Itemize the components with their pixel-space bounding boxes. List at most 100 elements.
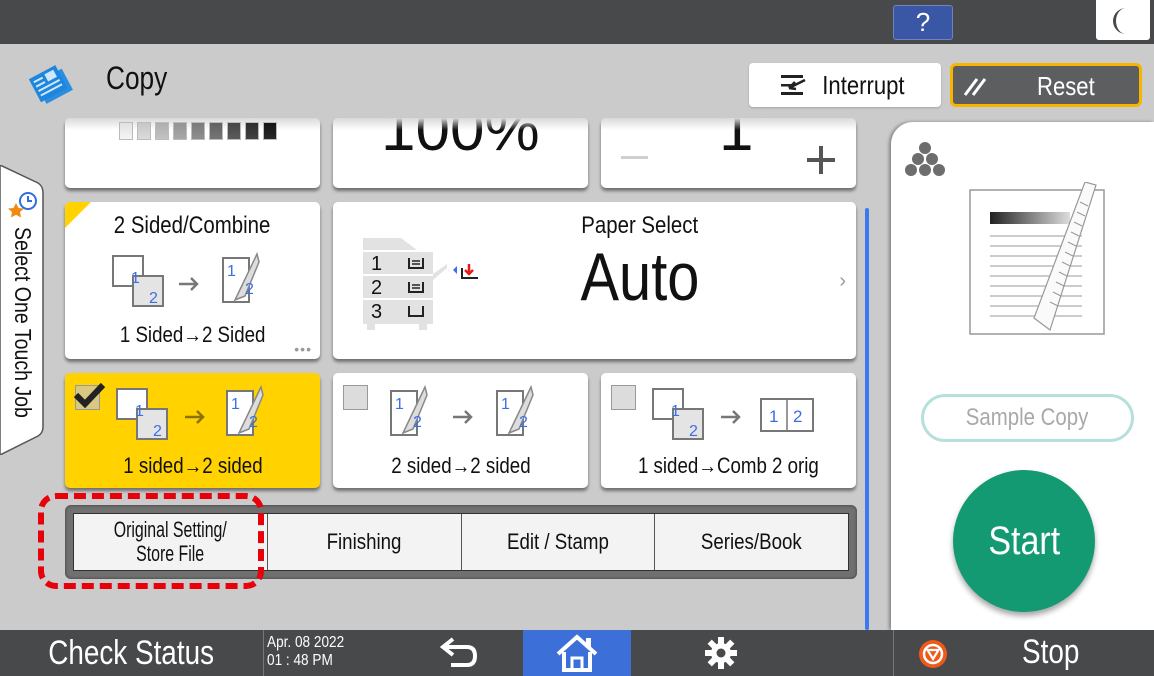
tab-original-setting-store-file[interactable]: Original Setting/Store File bbox=[74, 514, 267, 570]
energy-saver-button[interactable] bbox=[1096, 0, 1150, 40]
combine-two-originals-icon: 1 2 1 2 bbox=[652, 388, 814, 440]
density-card[interactable] bbox=[65, 118, 320, 188]
right-panel: Sample Copy Start bbox=[891, 122, 1154, 630]
start-button[interactable]: Start bbox=[953, 470, 1095, 612]
preset-checkbox[interactable] bbox=[343, 385, 368, 410]
density-level bbox=[173, 122, 187, 140]
density-level bbox=[191, 122, 205, 140]
help-button[interactable]: ? bbox=[893, 5, 953, 40]
home-button[interactable] bbox=[523, 630, 631, 676]
moon-icon bbox=[1113, 8, 1126, 34]
tab-label: Finishing bbox=[326, 529, 402, 554]
reset-label: Reset bbox=[1037, 71, 1095, 101]
reset-icon bbox=[963, 78, 987, 96]
paper-select-card[interactable]: 1 2 3 Paper Select Auto › bbox=[333, 202, 856, 359]
document-preview-icon bbox=[969, 182, 1105, 335]
tab-series-book[interactable]: Series/Book bbox=[654, 514, 848, 570]
quantity-card: 1 bbox=[601, 118, 856, 188]
preset-1sided-combine[interactable]: 1 2 1 2 1 sided→Comb 2 orig bbox=[601, 373, 856, 488]
tab-edit-stamp[interactable]: Edit / Stamp bbox=[460, 514, 655, 570]
two-to-two-sided-icon: 1 2 1 2 bbox=[390, 385, 534, 436]
star-clock-icon bbox=[8, 192, 37, 218]
preset-label: 2 sided→2 sided bbox=[390, 453, 531, 478]
svg-text:2: 2 bbox=[245, 281, 254, 298]
reset-button[interactable]: Reset bbox=[950, 63, 1142, 107]
svg-text:2: 2 bbox=[689, 423, 698, 440]
svg-text:1: 1 bbox=[131, 270, 140, 287]
svg-text:1: 1 bbox=[135, 403, 144, 420]
paper-value: Auto bbox=[580, 239, 699, 315]
function-tab-bar: Original Setting/Store File Finishing Ed… bbox=[65, 505, 857, 579]
svg-text:1: 1 bbox=[671, 403, 680, 420]
copy-documents-icon bbox=[28, 58, 80, 110]
check-status-label: Check Status bbox=[48, 634, 214, 672]
interrupt-icon bbox=[780, 75, 806, 95]
two-sided-combine-card[interactable]: 2 Sided/Combine 1 2 1 2 1 Sided→2 Sided … bbox=[65, 202, 320, 359]
interrupt-button[interactable]: Interrupt bbox=[749, 63, 941, 107]
one-to-two-sided-icon: 1 2 1 2 bbox=[112, 252, 260, 307]
density-level bbox=[119, 122, 133, 140]
bottom-bar: Check Status Apr. 08 2022 01 : 48 PM Sto… bbox=[0, 630, 1154, 676]
tab-finishing[interactable]: Finishing bbox=[266, 514, 461, 570]
svg-text:2: 2 bbox=[413, 414, 422, 431]
interrupt-label: Interrupt bbox=[821, 69, 905, 100]
card-title: 2 Sided/Combine bbox=[114, 212, 271, 239]
preset-label: 1 sided→Comb 2 orig bbox=[638, 453, 819, 478]
density-level bbox=[245, 122, 259, 140]
increment-button[interactable] bbox=[807, 146, 835, 174]
start-label: Start bbox=[988, 519, 1060, 563]
current-setting: 1 Sided→2 Sided bbox=[119, 322, 266, 347]
check-status-button[interactable]: Check Status bbox=[0, 630, 262, 676]
gear-icon bbox=[705, 637, 737, 669]
chevron-right-icon: › bbox=[839, 270, 846, 292]
svg-text:1: 1 bbox=[769, 407, 778, 426]
svg-text:1: 1 bbox=[371, 253, 382, 275]
svg-text:3: 3 bbox=[371, 301, 382, 323]
checkmark-icon bbox=[73, 382, 106, 409]
density-level bbox=[263, 122, 277, 140]
preset-label: 1 sided→2 sided bbox=[122, 453, 263, 478]
one-touch-job-tab[interactable]: Select One Touch Job bbox=[0, 165, 44, 455]
density-level bbox=[227, 122, 241, 140]
date-time: Apr. 08 2022 01 : 48 PM bbox=[263, 630, 393, 676]
density-scale bbox=[119, 122, 277, 140]
time-text: 01 : 48 PM bbox=[267, 652, 333, 669]
more-icon: ••• bbox=[294, 341, 312, 357]
svg-text:2: 2 bbox=[793, 407, 802, 426]
preset-checkbox[interactable] bbox=[611, 385, 636, 410]
svg-text:1: 1 bbox=[227, 263, 236, 280]
reduce-enlarge-card[interactable]: 100% bbox=[333, 118, 588, 188]
density-level bbox=[137, 122, 151, 140]
settings-button[interactable] bbox=[631, 630, 811, 676]
one-touch-job-label: Select One Touch Job bbox=[10, 227, 36, 418]
svg-text:2: 2 bbox=[519, 414, 528, 431]
sample-copy-label: Sample Copy bbox=[966, 404, 1089, 431]
stop-icon bbox=[919, 640, 947, 668]
one-to-two-sided-icon: 1 2 1 2 bbox=[116, 385, 264, 440]
tab-label: Series/Book bbox=[701, 529, 803, 554]
svg-text:1: 1 bbox=[231, 396, 240, 413]
decrement-button[interactable] bbox=[621, 156, 648, 159]
top-bar: ? bbox=[0, 0, 1154, 44]
toner-dots-icon bbox=[905, 142, 945, 176]
stop-button[interactable]: Stop bbox=[893, 630, 1154, 676]
tab-label-line2: Store File bbox=[136, 541, 205, 566]
svg-text:2: 2 bbox=[249, 414, 258, 431]
svg-text:1: 1 bbox=[501, 396, 510, 413]
date-text: Apr. 08 2022 bbox=[267, 634, 345, 651]
back-arrow-icon bbox=[439, 637, 478, 667]
card-title: Paper Select bbox=[581, 212, 698, 239]
svg-text:2: 2 bbox=[371, 277, 382, 299]
preset-2sided-2sided[interactable]: 1 2 1 2 2 sided→2 sided bbox=[333, 373, 588, 488]
svg-text:2: 2 bbox=[149, 290, 158, 307]
tab-label-line1: Original Setting/ bbox=[113, 517, 227, 542]
scrollbar[interactable] bbox=[865, 208, 869, 630]
tab-label: Edit / Stamp bbox=[506, 529, 609, 554]
back-button[interactable] bbox=[395, 630, 523, 676]
preset-1sided-2sided[interactable]: 1 2 1 2 1 sided→2 sided bbox=[65, 373, 320, 488]
sample-copy-button[interactable]: Sample Copy bbox=[921, 394, 1134, 442]
svg-text:2: 2 bbox=[153, 423, 162, 440]
app-title: Copy bbox=[106, 60, 168, 96]
density-level bbox=[209, 122, 223, 140]
stop-label: Stop bbox=[1022, 633, 1080, 671]
